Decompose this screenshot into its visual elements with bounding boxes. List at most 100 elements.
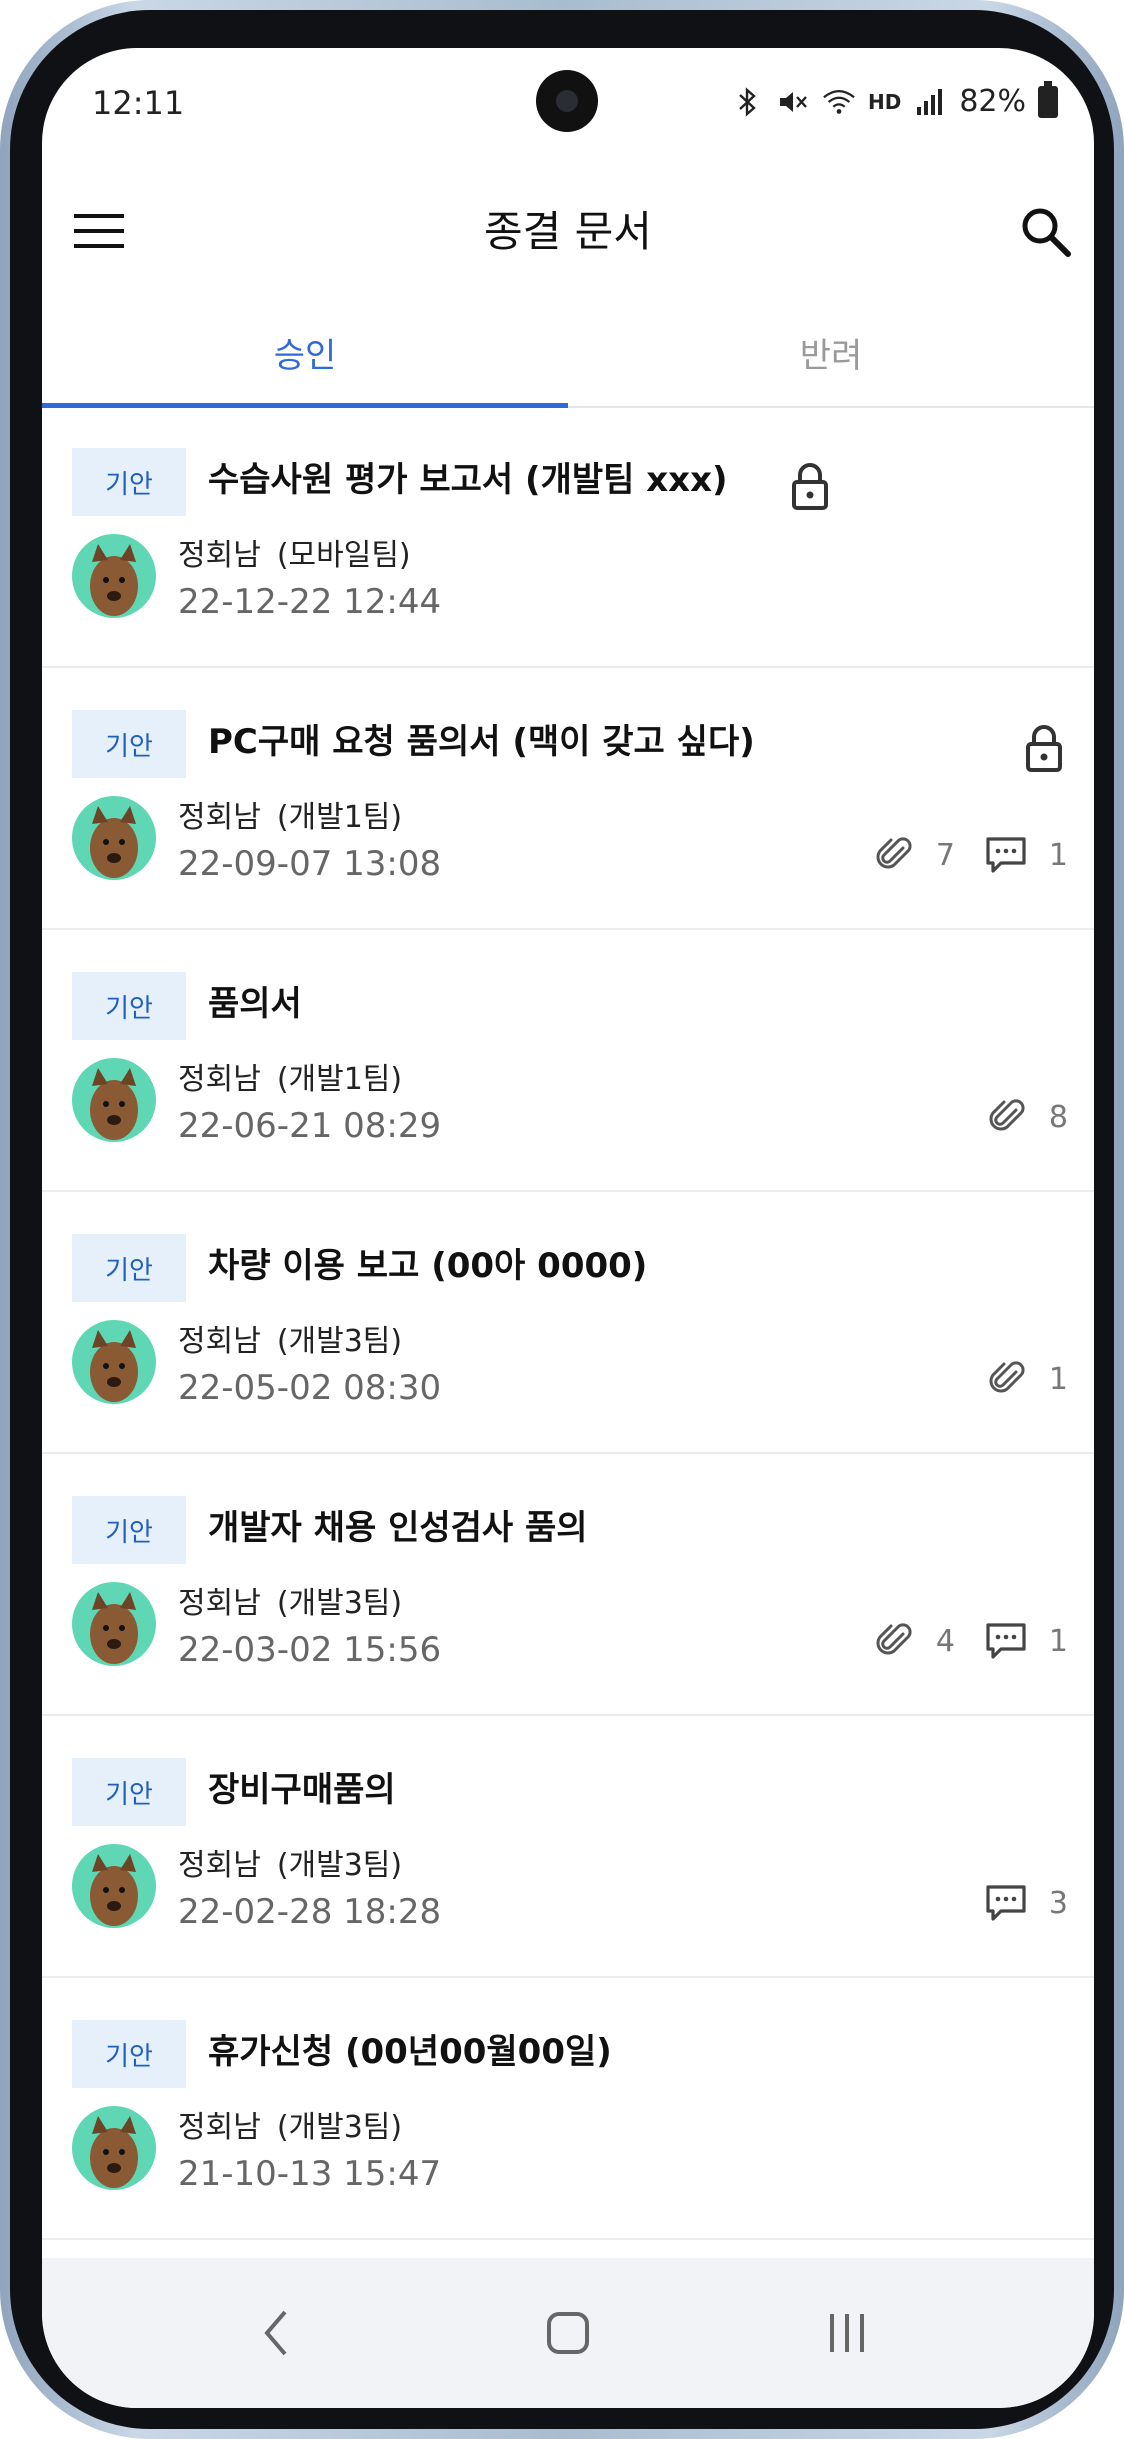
- status-icons: HD 82%: [730, 80, 1058, 119]
- page-title: 종결 문서: [484, 207, 652, 256]
- power-button: [1118, 940, 1124, 1120]
- document-date: 22-03-02 15:56: [178, 1630, 442, 1670]
- author: 정회남 (모바일팀): [178, 530, 411, 574]
- document-date: 22-05-02 08:30: [178, 1368, 442, 1408]
- comment-count: 1: [985, 836, 1068, 874]
- document-date: 22-06-21 08:29: [178, 1106, 442, 1146]
- comment-icon: [986, 837, 1026, 873]
- type-badge: 기안: [72, 1758, 186, 1826]
- author-team: (개발1팀): [276, 1062, 403, 1097]
- device-bezel: 12:11 HD 82% 종결 문서 승인 반려 기안 수습사원 평가 보고서 …: [10, 10, 1114, 2429]
- bluetooth-icon: [730, 85, 764, 119]
- author-name: 정회남: [178, 1848, 261, 1883]
- type-badge: 기안: [72, 1234, 186, 1302]
- tab-bar: 승인 반려: [42, 298, 1094, 408]
- back-button[interactable]: [242, 2298, 312, 2368]
- list-item[interactable]: 기안 장비구매품의 정회남 (개발3팀) 22-02-28 18:28 3: [42, 1716, 1094, 1978]
- app-bar: 종결 문서: [42, 158, 1094, 298]
- document-date: 22-09-07 13:08: [178, 844, 442, 884]
- avatar: [72, 534, 156, 618]
- author-team: (개발3팀): [276, 1586, 403, 1621]
- author-name: 정회남: [178, 1062, 261, 1097]
- attachment-count-value: 8: [1048, 1099, 1068, 1135]
- comment-count: 3: [985, 1884, 1068, 1922]
- paperclip-icon: [989, 1361, 1025, 1393]
- author-team: (개발1팀): [276, 800, 403, 835]
- document-title: 차량 이용 보고 (00아 0000): [208, 1246, 648, 1286]
- document-title: 개발자 채용 인성검사 품의: [208, 1508, 588, 1548]
- author: 정회남 (개발3팀): [178, 1578, 402, 1622]
- avatar: [72, 2106, 156, 2190]
- author-name: 정회남: [178, 1324, 261, 1359]
- recents-button[interactable]: [812, 2298, 882, 2368]
- document-title: 품의서: [208, 984, 302, 1024]
- type-badge: 기안: [72, 972, 186, 1040]
- author-name: 정회남: [178, 538, 261, 573]
- home-icon: [547, 2312, 589, 2354]
- type-badge: 기안: [72, 448, 186, 516]
- search-icon: [1022, 208, 1071, 257]
- type-badge: 기안: [72, 1496, 186, 1564]
- attachment-count-value: 7: [935, 837, 955, 873]
- attachment-count: 4: [876, 1622, 955, 1660]
- document-title: 장비구매품의: [208, 1770, 396, 1810]
- author: 정회남 (개발1팀): [178, 1054, 402, 1098]
- battery-percent: 82%: [959, 84, 1026, 119]
- document-title: PC구매 요청 품의서 (맥이 갖고 싶다): [208, 722, 755, 762]
- attachment-count-value: 4: [935, 1623, 955, 1659]
- comment-count: 1: [985, 1622, 1068, 1660]
- wifi-icon: [822, 85, 856, 119]
- attachment-count-value: 1: [1048, 1361, 1068, 1397]
- attachment-count: 8: [989, 1098, 1068, 1136]
- document-title: 휴가신청 (00년00월00일): [208, 2032, 612, 2072]
- lock-icon: [790, 462, 830, 510]
- tab-rejected[interactable]: 반려: [568, 298, 1094, 406]
- author-name: 정회남: [178, 800, 261, 835]
- author: 정회남 (개발3팀): [178, 1316, 402, 1360]
- list-item[interactable]: 기안 차량 이용 보고 (00아 0000) 정회남 (개발3팀) 22-05-0…: [42, 1192, 1094, 1454]
- list-item[interactable]: 기안 개발자 채용 인성검사 품의 정회남 (개발3팀) 22-03-02 15:…: [42, 1454, 1094, 1716]
- mute-icon: [776, 85, 810, 119]
- recents-icon: [830, 2314, 864, 2352]
- author-team: (모바일팀): [276, 538, 411, 573]
- comment-count-value: 1: [1048, 1623, 1068, 1659]
- avatar: [72, 1058, 156, 1142]
- list-item[interactable]: 기안 수습사원 평가 보고서 (개발팀 xxx) 정회남 (모바일팀) 22-12…: [42, 406, 1094, 668]
- document-list: 기안 수습사원 평가 보고서 (개발팀 xxx) 정회남 (모바일팀) 22-12…: [42, 406, 1094, 2240]
- back-icon: [264, 2310, 287, 2356]
- signal-icon: [913, 85, 947, 119]
- document-meta: 1: [989, 1360, 1068, 1398]
- front-camera: [536, 70, 598, 132]
- home-button[interactable]: [533, 2298, 603, 2368]
- author: 정회남 (개발3팀): [178, 1840, 402, 1884]
- system-nav-bar: [42, 2258, 1094, 2408]
- document-date: 22-12-22 12:44: [178, 582, 442, 622]
- tab-approved[interactable]: 승인: [42, 298, 568, 406]
- comment-count-value: 1: [1048, 837, 1068, 873]
- document-meta: 8: [989, 1098, 1068, 1136]
- attachment-count: 7: [876, 836, 955, 874]
- type-badge: 기안: [72, 2020, 186, 2088]
- avatar: [72, 796, 156, 880]
- attachment-count: 1: [989, 1360, 1068, 1398]
- hd-voice-label: HD: [867, 89, 902, 114]
- comment-icon: [986, 1623, 1026, 1659]
- author: 정회남 (개발1팀): [178, 792, 402, 836]
- avatar: [72, 1582, 156, 1666]
- avatar: [72, 1320, 156, 1404]
- search-button[interactable]: [1018, 204, 1074, 260]
- list-item[interactable]: 기안 휴가신청 (00년00월00일) 정회남 (개발3팀) 21-10-13 1…: [42, 1978, 1094, 2240]
- avatar: [72, 1844, 156, 1928]
- paperclip-icon: [876, 1623, 912, 1655]
- type-badge: 기안: [72, 710, 186, 778]
- author-team: (개발3팀): [276, 2110, 403, 2145]
- document-meta: 4 1: [876, 1622, 1068, 1660]
- list-item[interactable]: 기안 품의서 정회남 (개발1팀) 22-06-21 08:29 8: [42, 930, 1094, 1192]
- document-date: 22-02-28 18:28: [178, 1892, 442, 1932]
- document-title: 수습사원 평가 보고서 (개발팀 xxx): [208, 460, 728, 500]
- author-name: 정회남: [178, 2110, 261, 2145]
- list-item[interactable]: 기안 PC구매 요청 품의서 (맥이 갖고 싶다) 정회남 (개발1팀) 22-0…: [42, 668, 1094, 930]
- author-team: (개발3팀): [276, 1324, 403, 1359]
- comment-count-value: 3: [1048, 1885, 1068, 1921]
- comment-icon: [986, 1885, 1026, 1921]
